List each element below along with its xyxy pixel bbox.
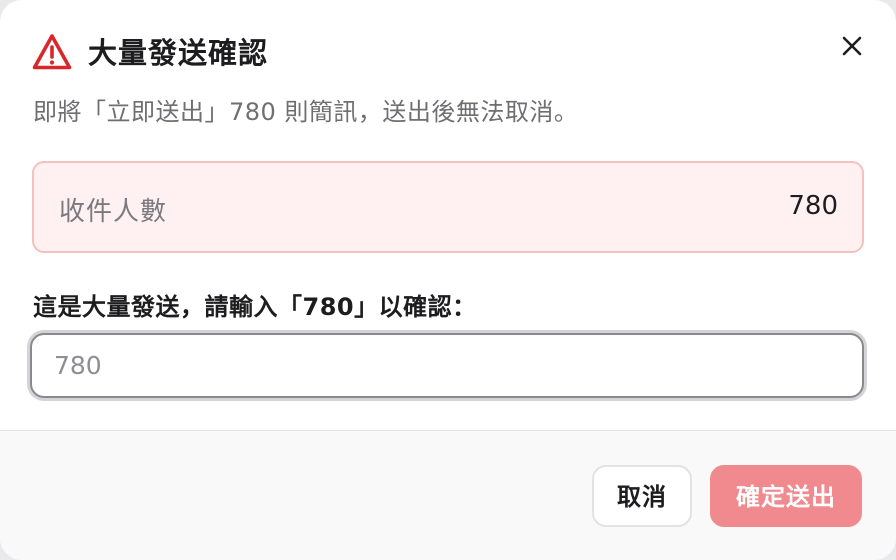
dialog-subtitle: 即將「立即送出」780 則簡訊，送出後無法取消。 <box>33 98 579 126</box>
recipient-count-box: 收件人數 780 <box>32 161 864 253</box>
recipient-count-label: 收件人數 <box>59 197 168 227</box>
dialog-footer: 取消 確定送出 <box>0 430 896 560</box>
confirm-count-input[interactable] <box>30 333 864 398</box>
warning-triangle-icon <box>32 34 72 70</box>
dialog-title: 大量發送確認 <box>88 36 269 70</box>
bulk-send-confirm-dialog: 大量發送確認 即將「立即送出」780 則簡訊，送出後無法取消。 收件人數 780… <box>0 0 896 560</box>
recipient-count-value: 780 <box>788 191 838 221</box>
confirm-send-button[interactable]: 確定送出 <box>710 465 862 527</box>
confirm-prompt-label: 這是大量發送，請輸入「780」以確認： <box>33 293 477 321</box>
cancel-button[interactable]: 取消 <box>592 465 692 527</box>
close-button[interactable] <box>834 28 870 64</box>
close-icon <box>842 36 862 56</box>
